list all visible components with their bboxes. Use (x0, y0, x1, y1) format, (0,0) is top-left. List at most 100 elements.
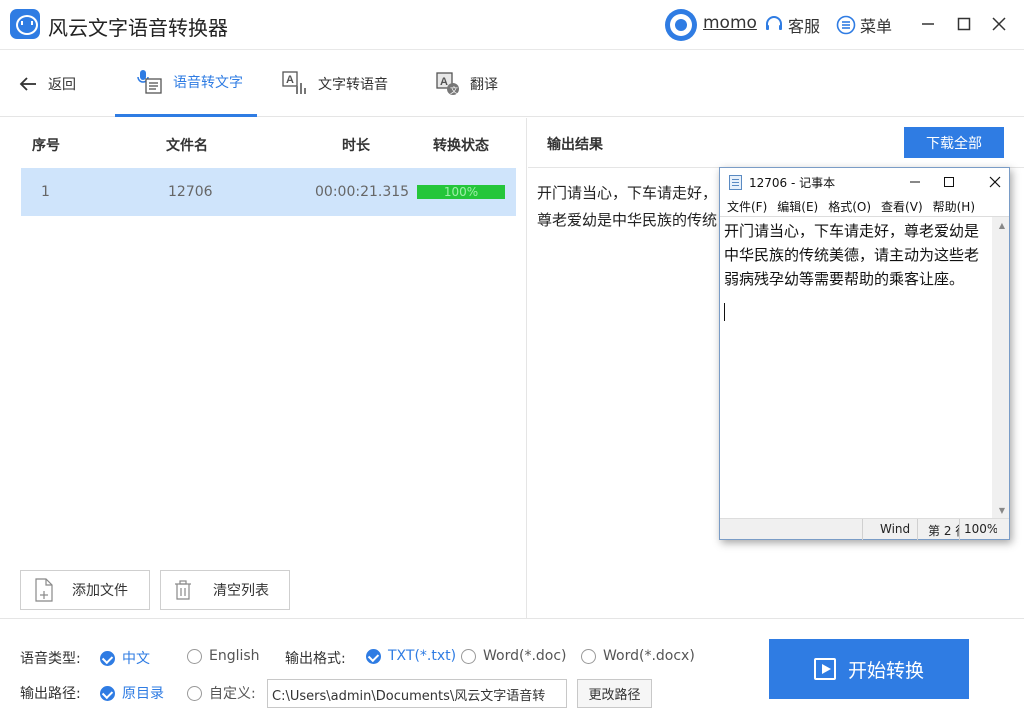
status-divider (959, 519, 960, 540)
radio-unchecked-icon (581, 648, 596, 664)
format-option-docx[interactable]: Word(*.docx) (581, 648, 695, 664)
change-path-button[interactable]: 更改路径 (577, 679, 652, 708)
path-option-custom[interactable]: 自定义: (187, 683, 256, 703)
conversion-progress-bar: 100% (417, 185, 505, 199)
back-button[interactable]: 返回 (18, 50, 76, 117)
download-all-button[interactable]: 下载全部 (904, 127, 1004, 158)
svg-text:文: 文 (450, 85, 458, 95)
trash-icon (175, 580, 191, 600)
output-path-field[interactable]: C:\Users\admin\Documents\风云文字语音转 (267, 679, 567, 708)
text-to-speech-icon: A (282, 70, 306, 94)
back-label: 返回 (48, 76, 76, 93)
column-header-filename: 文件名 (166, 138, 208, 154)
status-encoding: Wind (880, 522, 911, 536)
path-option-original[interactable]: 原目录 (100, 683, 164, 703)
maximize-icon (944, 177, 954, 187)
minimize-button[interactable] (916, 12, 940, 36)
format-option-txt[interactable]: TXT(*.txt) (366, 648, 456, 664)
output-path-label: 输出路径: (20, 686, 81, 702)
column-header-status: 转换状态 (433, 138, 489, 154)
close-icon (989, 176, 1001, 188)
tab-speech-to-text-label: 语音转文字 (173, 75, 243, 91)
column-header-index: 序号 (32, 138, 60, 154)
format-option-doc-label: Word(*.doc) (483, 648, 567, 664)
app-title: 风云文字语音转换器 (48, 16, 228, 40)
customer-service-label: 客服 (788, 17, 821, 36)
row-duration: 00:00:21.315 (315, 184, 410, 200)
file-list-panel: 序号 文件名 时长 转换状态 1 12706 00:00:21.315 100%… (0, 118, 527, 618)
notepad-close-button[interactable] (984, 172, 1006, 192)
notepad-window[interactable]: 12706 - 记事本 文件(F) 编辑(E) 格式(O) 查看(V) 帮助(H… (719, 167, 1010, 540)
notepad-content[interactable]: 开门请当心，下车请走好，尊老爱幼是中华民族的传统美德，请主动为这些老弱病残孕幼等… (724, 219, 992, 291)
notepad-menu-help[interactable]: 帮助(H) (933, 198, 975, 215)
headset-icon (766, 16, 782, 30)
table-row[interactable]: 1 12706 00:00:21.315 100% (21, 168, 516, 216)
row-status: 100% (443, 185, 479, 199)
notepad-maximize-button[interactable] (938, 172, 960, 192)
tab-translate[interactable]: A 文 翻译 (436, 50, 498, 117)
row-index: 1 (41, 184, 50, 200)
path-option-custom-label: 自定义: (209, 686, 256, 702)
tab-translate-label: 翻译 (470, 76, 498, 93)
close-button[interactable] (987, 12, 1011, 36)
settings-footer: 语音类型: 中文 English 输出格式: TXT(*.txt) Word(*… (0, 618, 1024, 720)
notepad-menu-bar: 文件(F) 编辑(E) 格式(O) 查看(V) 帮助(H) (720, 196, 1009, 216)
tab-speech-to-text[interactable]: 语音转文字 (115, 50, 257, 117)
add-file-button[interactable]: 添加文件 (20, 570, 150, 610)
notepad-icon (729, 175, 742, 190)
voice-option-chinese-label: 中文 (122, 651, 150, 667)
add-file-icon (35, 578, 53, 602)
start-conversion-button[interactable]: 开始转换 (769, 639, 969, 699)
clear-list-button[interactable]: 清空列表 (160, 570, 290, 610)
title-bar: 风云文字语音转换器 momo 客服 菜单 (0, 0, 1024, 50)
format-option-txt-label: TXT(*.txt) (388, 648, 457, 664)
voice-type-label: 语音类型: (20, 651, 81, 667)
arrow-left-icon (19, 76, 36, 91)
notepad-menu-edit[interactable]: 编辑(E) (777, 198, 818, 215)
customer-service-button[interactable]: 客服 (764, 13, 820, 37)
path-option-original-label: 原目录 (122, 686, 164, 702)
scroll-down-icon[interactable]: ▼ (999, 506, 1005, 515)
output-title: 输出结果 (547, 137, 603, 153)
scroll-up-icon[interactable]: ▲ (999, 221, 1005, 230)
radio-checked-icon (100, 650, 115, 666)
maximize-icon (957, 17, 971, 31)
close-icon (992, 17, 1006, 31)
notepad-text-area[interactable]: 开门请当心，下车请走好，尊老爱幼是中华民族的传统美德，请主动为这些老弱病残孕幼等… (720, 216, 1009, 519)
notepad-status-bar: Wind 第 2 行 100% (720, 518, 1009, 540)
user-avatar-icon[interactable] (665, 9, 697, 41)
radio-checked-icon (366, 648, 381, 664)
menu-button[interactable]: 菜单 (836, 13, 892, 37)
menu-label: 菜单 (860, 17, 893, 36)
voice-option-english[interactable]: English (187, 648, 260, 664)
clear-list-label: 清空列表 (213, 583, 269, 599)
translate-icon: A 文 (436, 71, 459, 95)
notepad-menu-view[interactable]: 查看(V) (881, 198, 923, 215)
text-caret (724, 303, 725, 321)
format-option-docx-label: Word(*.docx) (603, 648, 695, 664)
output-format-label: 输出格式: (285, 651, 346, 667)
nav-bar: 返回 语音转文字 A 文字转语音 A 文 翻译 (0, 50, 1024, 117)
play-icon (813, 658, 836, 680)
radio-unchecked-icon (187, 648, 202, 664)
voice-option-english-label: English (209, 648, 260, 664)
menu-icon (836, 15, 856, 35)
username-link[interactable]: momo (703, 13, 757, 33)
tab-text-to-speech[interactable]: A 文字转语音 (282, 50, 388, 117)
notepad-menu-format[interactable]: 格式(O) (828, 198, 871, 215)
tab-text-to-speech-label: 文字转语音 (318, 76, 388, 93)
status-zoom: 100% (964, 522, 997, 536)
speech-to-text-icon (137, 70, 162, 94)
notepad-title: 12706 - 记事本 (749, 176, 836, 190)
minimize-icon (922, 23, 934, 25)
notepad-scrollbar[interactable]: ▲ ▼ (992, 217, 1009, 519)
output-text: 开门请当心，下车请走好，尊老爱幼是中华民族的传统美德，请主动为这些老弱病残孕幼等… (537, 184, 718, 229)
radio-checked-icon (100, 685, 115, 701)
maximize-button[interactable] (952, 12, 976, 36)
column-header-duration: 时长 (342, 138, 370, 154)
format-option-doc[interactable]: Word(*.doc) (461, 648, 567, 664)
notepad-minimize-button[interactable] (904, 172, 926, 192)
notepad-title-bar[interactable]: 12706 - 记事本 (720, 168, 1009, 196)
notepad-menu-file[interactable]: 文件(F) (727, 198, 767, 215)
voice-option-chinese[interactable]: 中文 (100, 648, 150, 668)
